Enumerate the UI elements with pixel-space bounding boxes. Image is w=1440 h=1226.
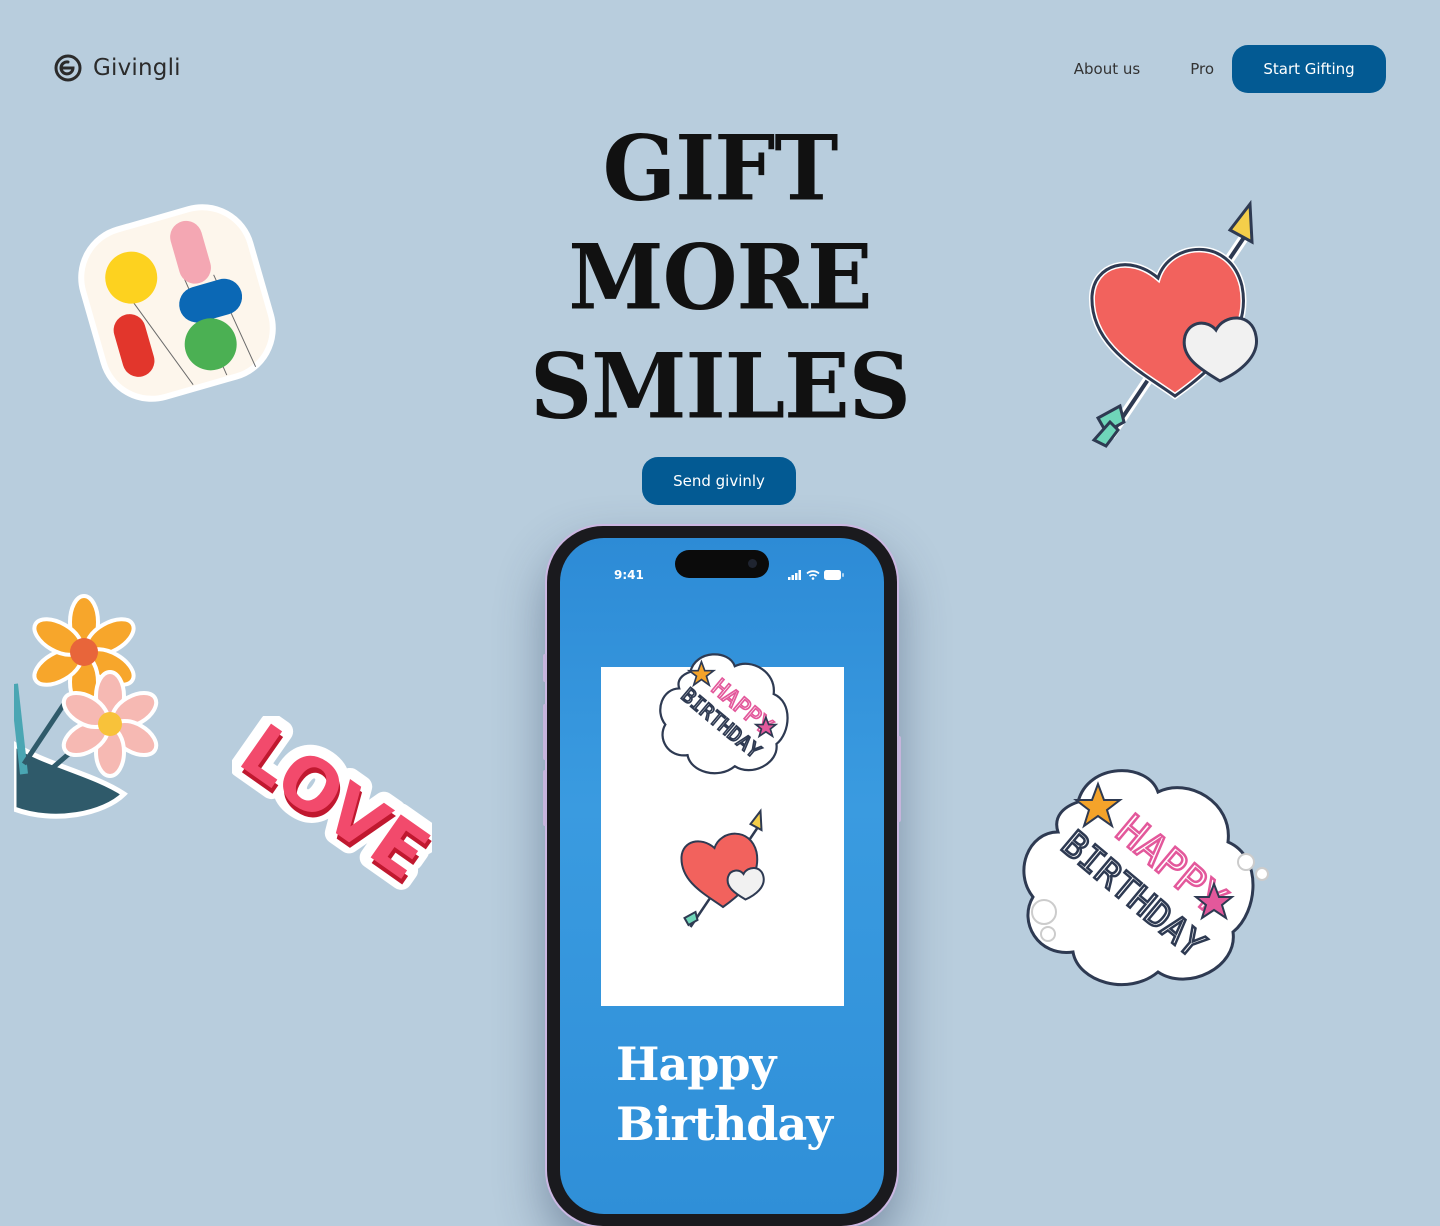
- battery-icon: [824, 570, 844, 580]
- headline-line-1: GIFT: [602, 115, 839, 222]
- gift-card-preview[interactable]: HAPPY BIRTHDAY: [601, 653, 844, 1006]
- heart-arrow-sticker: [1088, 199, 1258, 448]
- phone-volume-down: [543, 770, 547, 826]
- phone-screen: 9:41 HAPPY BIRTHDAY Happy Birthday: [560, 538, 884, 1214]
- headline-line-2: MORE: [568, 224, 872, 331]
- brand-logo[interactable]: Givingli: [53, 53, 181, 83]
- card-greeting-line-1: Happy: [616, 1037, 776, 1091]
- brand-name: Givingli: [93, 55, 181, 81]
- headline-line-3: SMILES: [530, 333, 911, 440]
- wifi-icon: [806, 570, 820, 580]
- nav-about-link[interactable]: About us: [1074, 60, 1140, 78]
- status-bar-icons: [788, 570, 844, 580]
- phone-volume-up: [543, 704, 547, 760]
- phone-power-button: [897, 736, 901, 822]
- card-heart-sticker: [680, 808, 765, 928]
- top-nav: About us Pro Start Gifting: [1074, 45, 1386, 93]
- flower-sticker: [14, 594, 159, 819]
- dynamic-island: [675, 550, 769, 578]
- status-bar-time: 9:41: [614, 568, 644, 582]
- card-greeting-line-2: Birthday: [616, 1097, 833, 1151]
- start-gifting-button[interactable]: Start Gifting: [1232, 45, 1386, 93]
- card-birthday-sticker: HAPPY BIRTHDAY: [659, 653, 789, 775]
- nav-pro-link[interactable]: Pro: [1190, 60, 1214, 78]
- givingli-logo-icon: [54, 54, 82, 82]
- phone-action-button: [543, 654, 547, 682]
- signal-icon: [788, 570, 801, 580]
- hero-headline: GIFT MORE SMILES: [420, 114, 1020, 442]
- send-givinly-button[interactable]: Send givinly: [642, 457, 796, 505]
- phone-mockup: 9:41 HAPPY BIRTHDAY Happy Birthday: [543, 526, 901, 1226]
- love-sticker: LOVE LOVE LOVE: [232, 716, 432, 896]
- app-icon-sticker: [78, 204, 276, 402]
- happy-birthday-sticker: HAPPY BIRTHDAY: [1022, 769, 1269, 987]
- card-greeting: Happy Birthday: [616, 1034, 833, 1154]
- camera-icon: [748, 559, 757, 568]
